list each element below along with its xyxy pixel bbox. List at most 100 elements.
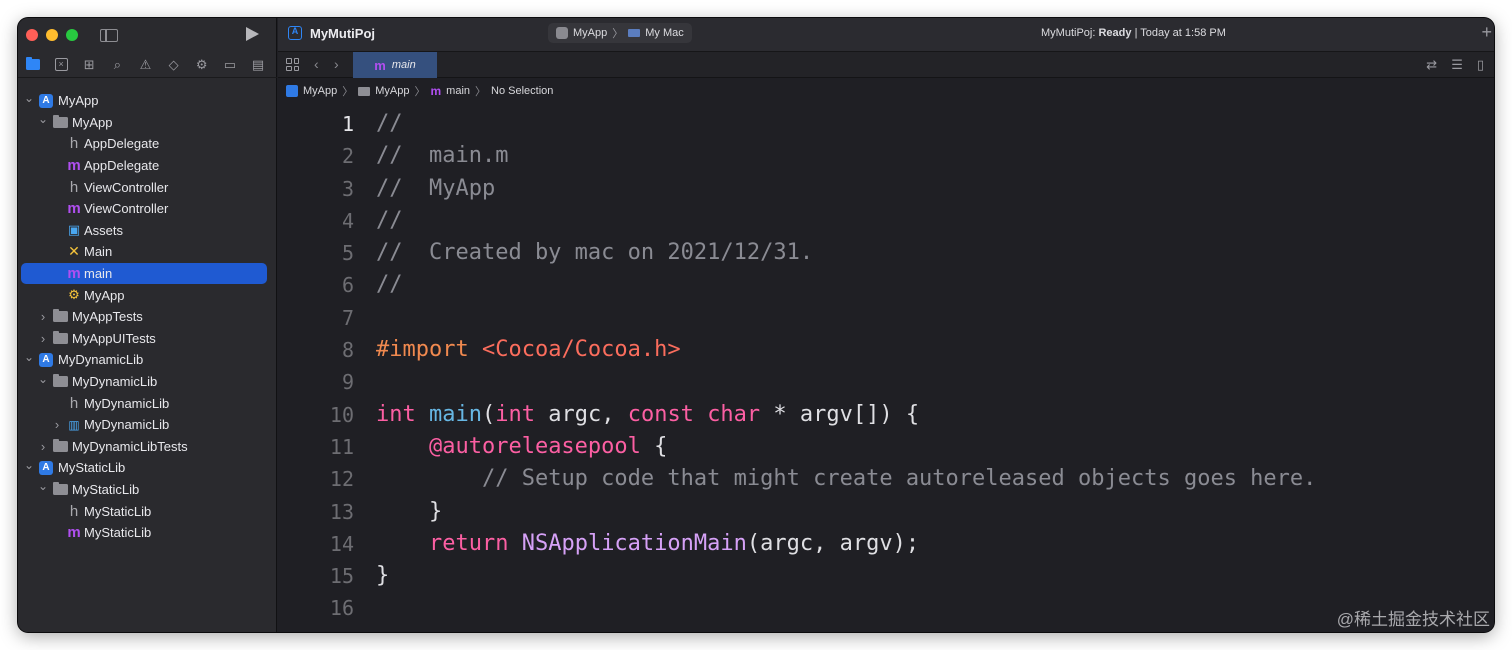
window-toolbar: MyMutiPoj MyApp 〉 My Mac MyMutiPoj: Read… — [278, 18, 1494, 52]
source-control-icon[interactable]: × — [50, 54, 72, 76]
chevron-down-icon[interactable]: ⌄ — [24, 91, 34, 105]
code-token: int — [495, 401, 535, 427]
warning-icon[interactable]: ⚠ — [135, 54, 157, 76]
code-line[interactable]: 10 int main(int argc, const char * argv[]… — [278, 399, 1494, 431]
code-line[interactable]: 15} — [278, 560, 1494, 592]
close-button[interactable] — [26, 29, 38, 41]
adjust-editor-icon[interactable]: ☰ — [1451, 57, 1463, 73]
tree-item-label: MyStaticLib — [84, 503, 152, 519]
chevron-right-icon[interactable]: › — [38, 439, 48, 454]
code-token: // — [376, 207, 403, 233]
tree-group[interactable]: ⌄ MyStaticLib — [18, 479, 277, 501]
back-arrow-icon[interactable]: ‹ — [314, 56, 319, 72]
code-line[interactable]: 1 // — [278, 108, 1494, 140]
tree-group[interactable]: › MyDynamicLibTests — [18, 436, 277, 458]
code-line[interactable]: 11 @autoreleasepool { — [278, 431, 1494, 463]
storyboard-icon: ✕ — [68, 243, 80, 260]
chevron-down-icon[interactable]: ⌄ — [38, 372, 48, 386]
code-line[interactable]: 6 // — [278, 269, 1494, 301]
test-icon[interactable]: ◇ — [163, 54, 185, 76]
hierarchy-icon[interactable]: ⊞ — [78, 54, 100, 76]
tree-group[interactable]: ⌄ MyApp — [18, 90, 277, 112]
chevron-right-icon: 〉 — [475, 86, 487, 98]
report-icon[interactable]: ▤ — [247, 54, 269, 76]
code-line[interactable]: 13 } — [278, 496, 1494, 528]
code-line[interactable]: 14 return NSApplicationMain(argc, argv); — [278, 528, 1494, 560]
related-items-icon[interactable] — [286, 58, 299, 71]
zoom-button[interactable] — [66, 29, 78, 41]
code-line[interactable]: 5 // Created by mac on 2021/12/31. — [278, 237, 1494, 269]
chevron-right-icon[interactable]: › — [38, 309, 48, 324]
jumpbar-group[interactable]: MyApp — [375, 85, 409, 97]
tree-file[interactable]: m MyStaticLib — [18, 522, 277, 544]
tree-group[interactable]: ⌄ MyDynamicLib — [18, 349, 277, 371]
jumpbar-file[interactable]: main — [446, 85, 470, 97]
chevron-down-icon[interactable]: ⌄ — [38, 479, 48, 493]
chevron-right-icon[interactable]: › — [38, 331, 48, 346]
tab-main-m[interactable]: m main — [353, 52, 437, 78]
code-text: // — [376, 108, 403, 140]
chevron-down-icon[interactable]: ⌄ — [38, 112, 48, 126]
add-icon[interactable]: + — [1481, 22, 1492, 43]
tree-file[interactable]: m AppDelegate — [18, 155, 277, 177]
code-line[interactable]: 12 // Setup code that might create autor… — [278, 463, 1494, 495]
tree-group[interactable]: ⌄ MyDynamicLib — [18, 371, 277, 393]
jumpbar-project[interactable]: MyApp — [303, 85, 337, 97]
code-line[interactable]: 9 — [278, 366, 1494, 398]
code-line[interactable]: 16 — [278, 592, 1494, 624]
chevron-down-icon[interactable]: ⌄ — [24, 350, 34, 364]
tree-item-label: MyStaticLib — [84, 525, 152, 541]
forward-arrow-icon[interactable]: › — [334, 56, 339, 72]
split-editor-icon[interactable]: ▯ — [1477, 57, 1484, 73]
code-line[interactable]: 2 // main.m — [278, 140, 1494, 172]
tree-file[interactable]: h MyStaticLib — [18, 500, 277, 522]
code-line[interactable]: 4 // — [278, 205, 1494, 237]
window-controls — [26, 29, 78, 41]
status-state: Ready — [1098, 27, 1132, 39]
tree-file[interactable]: m main — [21, 262, 267, 285]
tree-group[interactable]: ⌄ MyApp — [18, 112, 277, 134]
folder-icon — [358, 86, 371, 96]
tree-file[interactable]: h AppDelegate — [18, 133, 277, 155]
swap-icon[interactable]: ⇄ — [1426, 57, 1437, 73]
tree-item-label: AppDelegate — [84, 136, 160, 152]
tree-file[interactable]: ▣ Assets — [18, 220, 277, 242]
chevron-right-icon[interactable]: › — [52, 417, 62, 432]
source-editor[interactable]: 1 // 2 // main.m 3 // MyApp 4 // 5 // Created by … — [278, 108, 1494, 625]
breakpoint-icon[interactable]: ▭ — [219, 54, 241, 76]
tree-file[interactable]: h ViewController — [18, 176, 277, 198]
scheme-selector[interactable]: MyApp 〉 My Mac — [548, 23, 692, 43]
editor-tab-bar: ‹ › m main ⇄ ☰ ▯ — [278, 52, 1494, 78]
tree-file[interactable]: m ViewController — [18, 198, 277, 220]
tree-item-label: ViewController — [84, 179, 169, 195]
line-number: 2 — [341, 144, 354, 169]
folder-icon[interactable] — [22, 54, 44, 76]
tree-group[interactable]: › MyAppUITests — [18, 328, 277, 350]
tree-file[interactable]: › ▥ MyDynamicLib — [18, 414, 277, 436]
tree-file[interactable]: ✕ Main — [18, 241, 277, 263]
editor-options: ⇄ ☰ ▯ — [1426, 57, 1484, 73]
code-line[interactable]: 7 — [278, 302, 1494, 334]
asset-catalog-icon: ▣ — [67, 222, 81, 238]
sidebar-toggle-icon[interactable] — [100, 28, 118, 42]
header-file-icon: h — [69, 178, 79, 196]
run-button[interactable] — [246, 27, 259, 41]
search-icon[interactable]: ⌕ — [106, 54, 128, 76]
jumpbar-symbol[interactable]: No Selection — [491, 85, 553, 97]
code-token: // Created by mac on 2021/12/31. — [376, 240, 814, 266]
file-tree: ⌄MyApp⌄MyApphAppDelegatemAppDelegatehVie… — [18, 90, 277, 543]
tree-group[interactable]: › MyAppTests — [18, 306, 277, 328]
tree-file[interactable]: h MyDynamicLib — [18, 392, 277, 414]
framework-icon: ▥ — [68, 417, 80, 432]
code-line[interactable]: 3 // MyApp — [278, 173, 1494, 205]
tree-group[interactable]: ⌄ MyStaticLib — [18, 457, 277, 479]
code-line[interactable]: 8 #import <Cocoa/Cocoa.h> — [278, 334, 1494, 366]
minimize-button[interactable] — [46, 29, 58, 41]
tree-item-label: Main — [84, 244, 113, 260]
line-number: 16 — [329, 596, 354, 621]
debug-icon[interactable]: ⚙ — [191, 54, 213, 76]
chevron-down-icon[interactable]: ⌄ — [24, 458, 34, 472]
tree-file[interactable]: ⚙ MyApp — [18, 284, 277, 306]
code-token: * argv[]) { — [760, 401, 920, 427]
